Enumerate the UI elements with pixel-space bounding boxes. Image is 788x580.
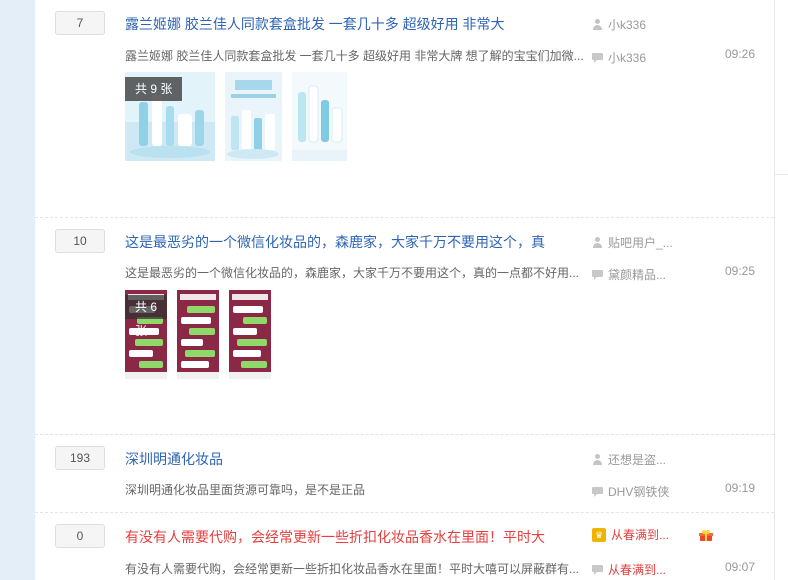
last-reply-name[interactable]: DHV钢铁侠 [608, 483, 669, 500]
user-icon [592, 454, 603, 465]
vip-badge-icon: ♛ [592, 527, 606, 542]
reply-count-badge: 0 [55, 524, 105, 548]
thread-abstract: 深圳明通化妆品里面货源可靠吗，是不是正品 [125, 483, 366, 497]
right-column-tick [775, 174, 788, 175]
thread-title-link[interactable]: 这是最恶劣的一个微信化妆品的，森鹿家，大家千万不要用这个，真 [125, 232, 565, 252]
right-column-divider [774, 0, 775, 580]
last-reply-time: 09:26 [724, 47, 755, 61]
user-icon [592, 237, 603, 248]
thread-author[interactable]: 贴吧用户_... [592, 234, 722, 251]
left-background-strip [0, 0, 35, 580]
thread-item: 193 深圳明通化妆品 还想是盗... 深圳明通化妆品里面货源可靠吗，是不是正品… [35, 435, 774, 513]
last-reply-name[interactable]: 从春满到... [608, 561, 666, 578]
reply-count-badge: 7 [55, 11, 105, 35]
gift-icon[interactable] [699, 530, 713, 542]
last-reply-user[interactable]: 黛颜精品... [592, 266, 722, 283]
thread-item: 0 有没有人需要代购，会经常更新一些折扣化妆品香水在里面！平时大 ♛ 从春满到.… [35, 513, 774, 580]
thread-abstract: 这是最恶劣的一个微信化妆品的，森鹿家，大家千万不要用这个，真的一点都不好用... [125, 266, 580, 280]
reply-icon [592, 486, 603, 497]
thread-abstract: 有没有人需要代购，会经常更新一些折扣化妆品香水在里面！平时大嘻可以屏蔽群有... [125, 562, 580, 576]
thread-item: 10 这是最恶劣的一个微信化妆品的，森鹿家，大家千万不要用这个，真 贴吧用户_.… [35, 218, 774, 435]
image-count-label: 共 6 张 [125, 295, 167, 338]
thread-title-link[interactable]: 露兰姬娜 胶兰佳人同款套盒批发 一套几十多 超级好用 非常大 [125, 14, 565, 34]
last-reply-time: 09:07 [724, 560, 755, 574]
thread-author[interactable]: 还想是盗... [592, 451, 722, 468]
reply-count-badge: 10 [55, 229, 105, 253]
last-reply-name[interactable]: 小k336 [608, 49, 646, 66]
reply-icon [592, 52, 603, 63]
thread-thumbnail[interactable] [177, 290, 219, 379]
thread-thumbnail[interactable]: 共 9 张 [125, 72, 215, 161]
thread-author[interactable]: 小k336 [592, 16, 722, 33]
thread-thumbnail[interactable]: 共 6 张 [125, 290, 167, 379]
last-reply-user[interactable]: 从春满到... [592, 561, 722, 578]
reply-icon [592, 269, 603, 280]
thread-thumbnail[interactable] [225, 72, 282, 161]
thread-thumbnail[interactable] [229, 290, 271, 379]
thread-title-link[interactable]: 深圳明通化妆品 [125, 449, 565, 469]
author-name[interactable]: 贴吧用户_... [608, 234, 673, 251]
thread-item: 7 露兰姬娜 胶兰佳人同款套盒批发 一套几十多 超级好用 非常大 小k336 露… [35, 0, 774, 218]
image-count-label: 共 9 张 [125, 77, 183, 101]
author-name[interactable]: 从春满到... [611, 526, 669, 543]
last-reply-time: 09:25 [724, 264, 755, 278]
thread-abstract: 露兰姬娜 胶兰佳人同款套盒批发 一套几十多 超级好用 非常大牌 想了解的宝宝们加… [125, 49, 584, 63]
author-name[interactable]: 小k336 [608, 16, 646, 33]
reply-icon [592, 564, 603, 575]
last-reply-user[interactable]: 小k336 [592, 49, 722, 66]
user-icon [592, 19, 603, 30]
author-name[interactable]: 还想是盗... [608, 451, 666, 468]
last-reply-name[interactable]: 黛颜精品... [608, 266, 666, 283]
thread-title-link[interactable]: 有没有人需要代购，会经常更新一些折扣化妆品香水在里面！平时大 [125, 527, 565, 547]
thread-thumbnail[interactable] [292, 72, 347, 161]
last-reply-user[interactable]: DHV钢铁侠 [592, 483, 722, 500]
reply-count-badge: 193 [55, 446, 105, 470]
last-reply-time: 09:19 [724, 481, 755, 495]
